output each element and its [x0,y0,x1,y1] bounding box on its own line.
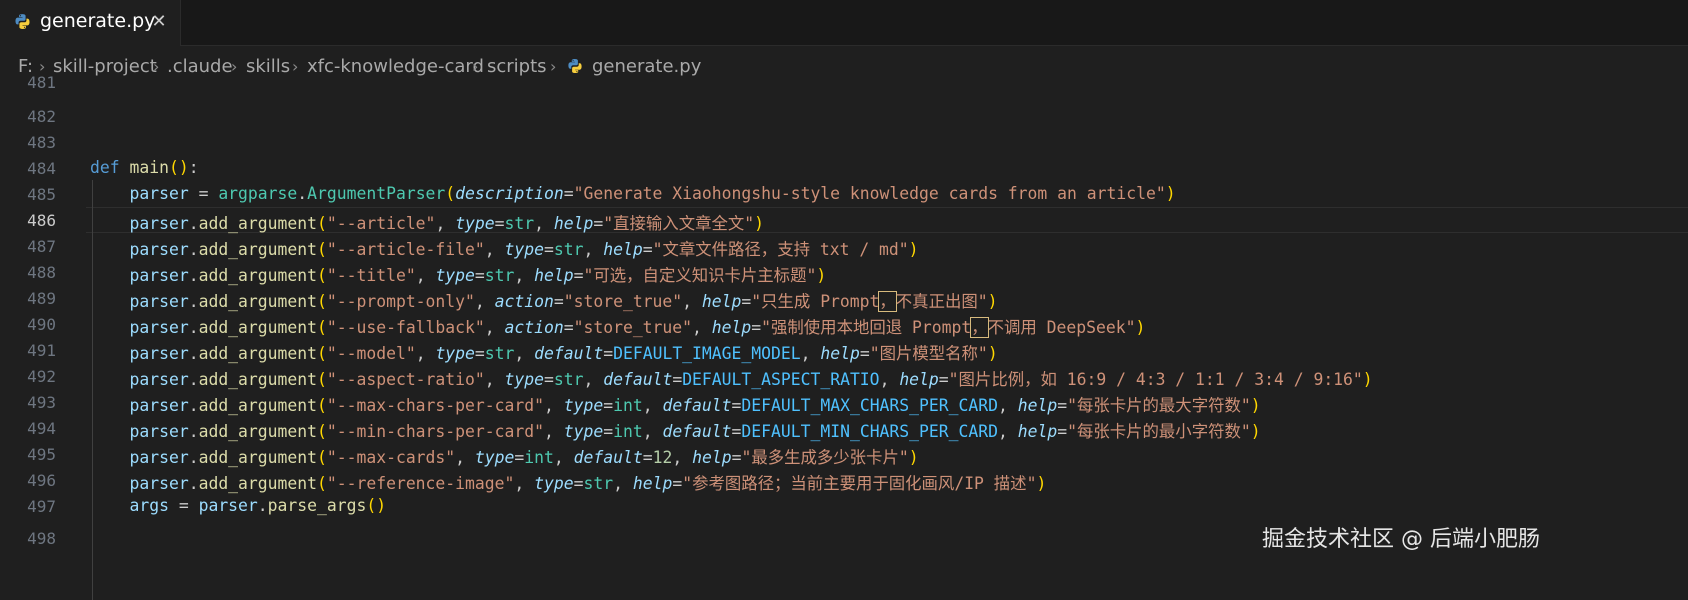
code-line-492: parser.add_argument("--aspect-ratio", ty… [129,370,1373,389]
code-line-490: parser.add_argument("--use-fallback", ac… [129,317,1146,338]
line-number: 493 [27,393,56,412]
close-icon[interactable]: ✕ [149,12,169,32]
line-number-active: 486 [27,211,56,230]
line-number: 492 [27,367,56,386]
line-number: 494 [27,419,56,438]
line-number: 482 [27,107,56,126]
unicode-char-highlight: ， [878,291,897,312]
line-number: 495 [27,445,56,464]
code-line-496: parser.add_argument("--reference-image",… [129,474,1047,493]
code-line-485: parser = argparse.ArgumentParser(descrip… [129,184,1176,203]
tab-label: generate.py [40,10,156,32]
code-line-491: parser.add_argument("--model", type=str,… [129,344,998,363]
watermark: 掘金技术社区 @ 后端小肥肠 [1262,527,1540,552]
line-number: 485 [27,185,56,204]
chevron-right-icon: › [153,57,160,76]
code-line-489: parser.add_argument("--prompt-only", act… [129,291,998,312]
breadcrumb-item-scripts[interactable]: scripts [487,56,547,77]
breadcrumb-item-skill-project[interactable]: skill-project [53,56,157,77]
breadcrumb-item-xfc-knowledge-card[interactable]: xfc-knowledge-card [307,56,484,77]
code-line-487: parser.add_argument("--article-file", ty… [129,240,919,259]
code-editor[interactable]: 481 482 483 484 485 486 487 488 489 490 … [0,73,1688,600]
code-line-488: parser.add_argument("--title", type=str,… [129,266,827,285]
tab-bar: generate.py ✕ [0,0,1688,46]
line-number: 497 [27,497,56,516]
code-line-493: parser.add_argument("--max-chars-per-car… [129,396,1261,415]
line-number: 490 [27,315,56,334]
chevron-right-icon: › [472,57,479,76]
tab-generate-py[interactable]: generate.py ✕ [0,0,181,46]
line-number: 498 [27,529,56,548]
code-line-494: parser.add_argument("--min-chars-per-car… [129,422,1261,441]
code-line-486: parser.add_argument("--article", type=st… [129,214,765,233]
line-number: 484 [27,159,56,178]
line-number: 481 [27,73,56,92]
code-line-495: parser.add_argument("--max-cards", type=… [129,448,919,467]
line-number: 491 [27,341,56,360]
python-file-icon [15,14,30,29]
line-number: 488 [27,263,56,282]
line-number: 483 [27,133,56,152]
chevron-right-icon: › [292,57,299,76]
line-number: 496 [27,471,56,490]
breadcrumb-item-skills[interactable]: skills [246,56,290,77]
code-line-497: args = parser.parse_args() [129,496,387,515]
breadcrumb-item-generate-py[interactable]: generate.py [592,56,701,77]
code-line-484: def main(): [90,158,199,177]
python-file-icon [568,59,582,73]
line-number: 489 [27,289,56,308]
unicode-char-highlight: ， [970,317,989,338]
breadcrumb-item-claude[interactable]: .claude [167,56,233,77]
line-number: 487 [27,237,56,256]
chevron-right-icon: › [231,57,238,76]
chevron-right-icon: › [550,57,557,76]
